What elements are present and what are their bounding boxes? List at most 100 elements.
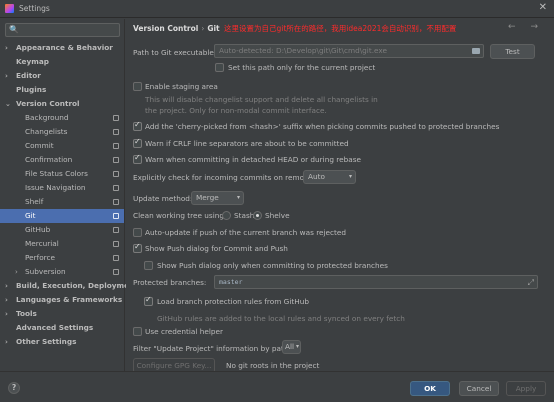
crlf-checkbox[interactable]	[133, 137, 142, 148]
sidebar-item-label: Confirmation	[25, 155, 73, 164]
sidebar-item-changelists[interactable]: Changelists	[0, 125, 124, 139]
credential-helper-checkbox[interactable]	[133, 327, 142, 336]
staging-desc-2: the project. Only for non-modal commit i…	[145, 106, 327, 115]
back-forward-icons[interactable]: ← →	[508, 22, 544, 32]
sidebar-item-label: Changelists	[25, 127, 68, 136]
push-dialog-checkbox[interactable]	[133, 242, 142, 253]
project-only-label: Set this path only for the current proje…	[228, 63, 376, 72]
chevron-down-icon: ▾	[348, 173, 352, 180]
breadcrumb-git: Git	[207, 24, 220, 33]
detached-label: Warn when committing in detached HEAD or…	[145, 155, 362, 164]
stash-label: Stash	[234, 211, 255, 220]
github-rules-checkbox[interactable]	[144, 295, 153, 306]
sidebar-item-label: Languages & Frameworks	[16, 295, 123, 304]
sidebar-item-commit[interactable]: Commit	[0, 139, 124, 153]
sidebar-item-appearance-behavior[interactable]: › Appearance & Behavior	[0, 41, 124, 55]
sidebar-item-file-status-colors[interactable]: File Status Colors	[0, 167, 124, 181]
gpg-note: No git roots in the project	[226, 361, 320, 370]
cherry-pick-label: Add the 'cherry-picked from <hash>' suff…	[145, 122, 500, 131]
project-level-icon	[113, 227, 119, 233]
crlf-label: Warn if CRLF line separators are about t…	[145, 139, 349, 148]
help-icon[interactable]: ?	[8, 382, 20, 394]
sidebar-item-editor[interactable]: › Editor	[0, 69, 124, 83]
push-protected-label: Show Push dialog only when committing to…	[157, 261, 388, 270]
stash-radio[interactable]	[222, 211, 231, 220]
sidebar-item-languages-frameworks[interactable]: › Languages & Frameworks	[0, 293, 124, 307]
sidebar-item-keymap[interactable]: Keymap	[0, 55, 124, 69]
chevron-right-icon[interactable]: ›	[5, 307, 8, 321]
detached-checkbox[interactable]	[133, 153, 142, 164]
chevron-right-icon[interactable]: ›	[5, 293, 8, 307]
protected-branches-input[interactable]: master ⤢	[214, 275, 538, 289]
sidebar-item-plugins[interactable]: Plugins	[0, 83, 124, 97]
project-level-icon	[113, 255, 119, 261]
project-level-icon	[113, 269, 119, 275]
shelve-label: Shelve	[265, 211, 290, 220]
breadcrumb-version-control[interactable]: Version Control	[133, 24, 198, 33]
folder-icon[interactable]	[472, 48, 480, 54]
close-icon[interactable]: ✕	[539, 2, 547, 13]
ok-button[interactable]: OK	[410, 381, 450, 396]
auto-update-checkbox[interactable]	[133, 228, 142, 237]
breadcrumb-separator: ›	[201, 24, 205, 33]
cancel-button[interactable]: Cancel	[459, 381, 499, 396]
sidebar-item-confirmation[interactable]: Confirmation	[0, 153, 124, 167]
sidebar-item-other-settings[interactable]: › Other Settings	[0, 335, 124, 349]
update-method-select[interactable]: Merge ▾	[191, 191, 244, 205]
clean-tree-label: Clean working tree using:	[133, 211, 227, 220]
filter-paths-label: Filter "Update Project" information by p…	[133, 344, 295, 353]
sidebar-item-issue-navigation[interactable]: Issue Navigation	[0, 181, 124, 195]
test-button[interactable]: Test	[490, 44, 535, 59]
chevron-right-icon[interactable]: ›	[5, 41, 8, 55]
github-rules-desc: GitHub rules are added to the local rule…	[157, 314, 405, 323]
sidebar-item-label: Keymap	[16, 57, 49, 66]
settings-search-input[interactable]: 🔍	[5, 23, 120, 37]
sidebar-item-label: Git	[25, 211, 36, 220]
push-protected-checkbox[interactable]	[144, 261, 153, 270]
filter-paths-select[interactable]: All ▾	[282, 340, 301, 354]
git-path-placeholder: Auto-detected: D:\Develop\git\Git\cmd\gi…	[219, 46, 387, 55]
shelve-radio[interactable]	[253, 211, 262, 220]
red-annotation: 这里设置为自己git所在的路径，我用idea2021会自动识别，不用配置	[224, 24, 457, 33]
sidebar-item-tools[interactable]: › Tools	[0, 307, 124, 321]
chevron-right-icon[interactable]: ›	[5, 279, 8, 293]
staging-checkbox[interactable]	[133, 82, 142, 91]
sidebar-item-version-control[interactable]: ⌄ Version Control	[0, 97, 124, 111]
sidebar-item-advanced-settings[interactable]: Advanced Settings	[0, 321, 124, 335]
sidebar-item-git[interactable]: Git	[0, 209, 124, 223]
project-only-checkbox[interactable]	[215, 63, 224, 72]
sidebar-item-label: Tools	[16, 309, 37, 318]
cherry-pick-checkbox[interactable]	[133, 120, 142, 131]
chevron-down-icon[interactable]: ⌄	[5, 97, 11, 111]
chevron-right-icon[interactable]: ›	[15, 265, 18, 279]
apply-button[interactable]: Apply	[506, 381, 546, 396]
sidebar-item-label: Advanced Settings	[16, 323, 94, 332]
sidebar-item-build-execution-deployment[interactable]: › Build, Execution, Deployment	[0, 279, 138, 293]
project-level-icon	[113, 199, 119, 205]
sidebar-item-perforce[interactable]: Perforce	[0, 251, 124, 265]
sidebar-item-subversion[interactable]: › Subversion	[0, 265, 124, 279]
sidebar-item-label: Version Control	[16, 99, 80, 108]
incoming-label: Explicitly check for incoming commits on…	[133, 173, 318, 182]
project-level-icon	[113, 129, 119, 135]
chevron-right-icon[interactable]: ›	[5, 69, 8, 83]
incoming-select[interactable]: Auto ▾	[303, 170, 356, 184]
update-method-label: Update method:	[133, 194, 193, 203]
sidebar-item-shelf[interactable]: Shelf	[0, 195, 124, 209]
sidebar-item-label: Appearance & Behavior	[16, 43, 113, 52]
sidebar-item-label: Shelf	[25, 197, 44, 206]
sidebar-item-label: Editor	[16, 71, 41, 80]
sidebar-item-label: Background	[25, 113, 69, 122]
staging-label: Enable staging area	[145, 82, 218, 91]
sidebar-item-label: Subversion	[25, 267, 66, 276]
chevron-right-icon[interactable]: ›	[5, 335, 8, 349]
sidebar-item-mercurial[interactable]: Mercurial	[0, 237, 124, 251]
sidebar-item-background[interactable]: Background	[0, 111, 124, 125]
git-settings-panel: Version Control › Git 这里设置为自己git所在的路径，我用id…	[126, 19, 554, 373]
git-path-input[interactable]: Auto-detected: D:\Develop\git\Git\cmd\gi…	[214, 44, 484, 58]
sidebar-item-label: Build, Execution, Deployment	[16, 281, 138, 290]
expand-icon[interactable]: ⤢	[528, 277, 534, 288]
git-path-label: Path to Git executable:	[133, 48, 217, 57]
sidebar-item-github[interactable]: GitHub	[0, 223, 124, 237]
push-dialog-label: Show Push dialog for Commit and Push	[145, 244, 288, 253]
